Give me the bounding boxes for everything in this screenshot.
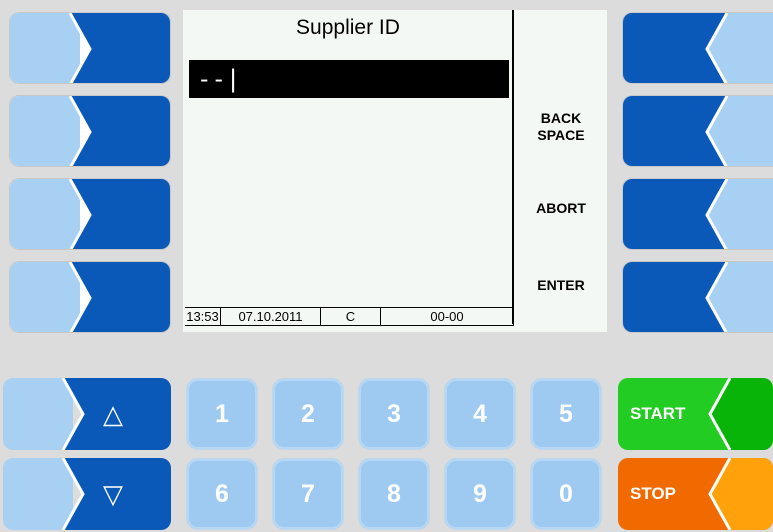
abort-softkey-label: ABORT (536, 200, 586, 216)
status-time: 13:53 (185, 308, 221, 325)
start-label: START (630, 404, 686, 423)
backspace-softkey-label: BACK SPACE (515, 110, 607, 144)
stop-button[interactable]: STOP (618, 458, 773, 530)
status-code: 00-00 (381, 308, 514, 325)
key-6[interactable]: 6 (186, 458, 258, 530)
key-4[interactable]: 4 (444, 378, 516, 450)
status-date: 07.10.2011 (221, 308, 321, 325)
enter-softkey-label: ENTER (537, 277, 585, 293)
key-5[interactable]: 5 (530, 378, 602, 450)
right-softkey-1[interactable] (622, 12, 773, 84)
key-0[interactable]: 0 (530, 458, 602, 530)
display-screen: Supplier ID --| BACK SPACE ABORT ENTER 1… (183, 10, 607, 332)
left-softkey-3[interactable] (9, 178, 171, 250)
status-mode: C (321, 308, 381, 325)
backspace-label-line2: SPACE (537, 127, 585, 143)
key-3[interactable]: 3 (358, 378, 430, 450)
status-bar: 13:53 07.10.2011 C 00-00 (185, 307, 514, 326)
right-softkey-3[interactable] (622, 178, 773, 250)
key-9[interactable]: 9 (444, 458, 516, 530)
stop-label: STOP (630, 484, 676, 503)
arrow-up-icon: △ (103, 398, 123, 429)
start-button[interactable]: START (618, 378, 773, 450)
left-softkey-4[interactable] (9, 261, 171, 333)
key-2[interactable]: 2 (272, 378, 344, 450)
right-softkey-2[interactable] (622, 95, 773, 167)
page-title: Supplier ID (296, 16, 400, 39)
arrow-down-button[interactable]: ▽ (3, 458, 171, 530)
arrow-down-icon: ▽ (103, 478, 123, 509)
backspace-label-line1: BACK (540, 110, 582, 126)
key-1[interactable]: 1 (186, 378, 258, 450)
softkey-divider (512, 10, 514, 324)
arrow-up-button[interactable]: △ (3, 378, 171, 450)
key-7[interactable]: 7 (272, 458, 344, 530)
left-softkey-2[interactable] (9, 95, 171, 167)
key-8[interactable]: 8 (358, 458, 430, 530)
right-softkey-4[interactable] (622, 261, 773, 333)
left-softkey-1[interactable] (9, 12, 171, 84)
supplier-id-input[interactable]: --| (189, 60, 509, 98)
